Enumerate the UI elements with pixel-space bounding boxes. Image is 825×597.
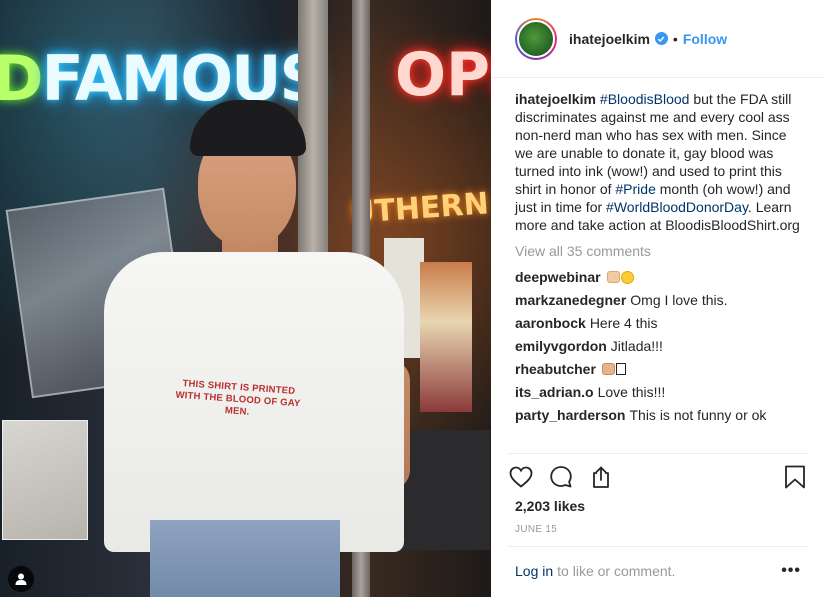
heart-icon <box>509 466 533 488</box>
comment-text: This is not funny or ok <box>629 407 767 423</box>
post-header: ihatejoelkim • Follow <box>491 0 825 78</box>
verified-badge-icon <box>654 32 668 45</box>
comment-username[interactable]: deepwebinar <box>515 269 601 285</box>
comment-item: its_adrian.o Love this!!! <box>515 383 801 401</box>
comment-username[interactable]: aaronbock <box>515 315 586 331</box>
comment-text: Omg I love this. <box>630 292 728 308</box>
post-date[interactable]: JUNE 15 <box>515 524 557 535</box>
likes-count[interactable]: 2,203 likes <box>515 498 585 514</box>
comment-item: party_harderson This is not funny or ok <box>515 406 801 424</box>
comment-item: deepwebinar <box>515 268 801 286</box>
divider <box>507 546 809 547</box>
share-icon <box>593 466 609 488</box>
login-prompt-text: to like or comment. <box>557 563 676 579</box>
post-side-panel: ihatejoelkim • Follow ihatejoelkim #Blood… <box>491 0 825 597</box>
weary-face-emoji-icon <box>620 271 634 284</box>
view-all-comments-link[interactable]: View all 35 comments <box>515 242 801 260</box>
comment-item: rheabutcher <box>515 360 801 378</box>
login-prompt: Log in to like or comment. ••• <box>515 562 801 580</box>
action-bar <box>507 462 809 492</box>
separator-dot: • <box>672 30 678 47</box>
neon-sign-open: OPEN <box>395 40 491 110</box>
comment-text: Love this!!! <box>597 384 666 400</box>
missing-glyph-icon <box>615 363 626 375</box>
comment-button[interactable] <box>547 463 575 491</box>
save-button[interactable] <box>781 463 809 491</box>
login-link[interactable]: Log in <box>515 563 553 579</box>
post-photo[interactable]: DFAMOUS OPEN UTHERN THAI THIS SHIRT IS P… <box>0 0 491 597</box>
comment-username[interactable]: its_adrian.o <box>515 384 594 400</box>
more-options-button[interactable]: ••• <box>781 562 801 580</box>
avatar[interactable] <box>515 17 557 60</box>
comment-icon <box>550 466 572 488</box>
caption: ihatejoelkim #BloodisBlood but the FDA st… <box>515 90 801 234</box>
follow-button[interactable]: Follow <box>683 31 727 47</box>
header-username[interactable]: ihatejoelkim <box>569 31 650 47</box>
comment-text: Jitlada!!! <box>610 338 663 354</box>
profile-picture <box>517 19 555 58</box>
caption-username[interactable]: ihatejoelkim <box>515 91 596 107</box>
comments-section: ihatejoelkim #BloodisBlood but the FDA st… <box>515 90 801 429</box>
raised-fist-emoji-icon <box>601 363 615 375</box>
comment-item: emilyvgordon Jitlada!!! <box>515 337 801 355</box>
person-tag-icon <box>15 573 27 585</box>
comment-item: aaronbock Here 4 this <box>515 314 801 332</box>
window-poster <box>420 262 472 412</box>
bookmark-icon <box>785 465 805 489</box>
share-button[interactable] <box>587 463 615 491</box>
clapping-hands-emoji-icon <box>606 271 620 283</box>
comment-text: Here 4 this <box>589 315 658 331</box>
comment-username[interactable]: party_harderson <box>515 407 625 423</box>
hashtag-link[interactable]: #WorldBloodDonorDay <box>606 199 748 215</box>
like-button[interactable] <box>507 463 535 491</box>
user-tags-button[interactable] <box>8 566 34 592</box>
hashtag-link[interactable]: #BloodisBlood <box>600 91 690 107</box>
comment-username[interactable]: emilyvgordon <box>515 338 607 354</box>
comment-username[interactable]: rheabutcher <box>515 361 596 377</box>
comment-username[interactable]: markzanedegner <box>515 292 626 308</box>
jeans <box>150 520 340 597</box>
divider <box>507 453 809 454</box>
window-poster <box>400 430 490 550</box>
hashtag-link[interactable]: #Pride <box>615 181 655 197</box>
comment-item: markzanedegner Omg I love this. <box>515 291 801 309</box>
window-poster <box>2 420 88 540</box>
